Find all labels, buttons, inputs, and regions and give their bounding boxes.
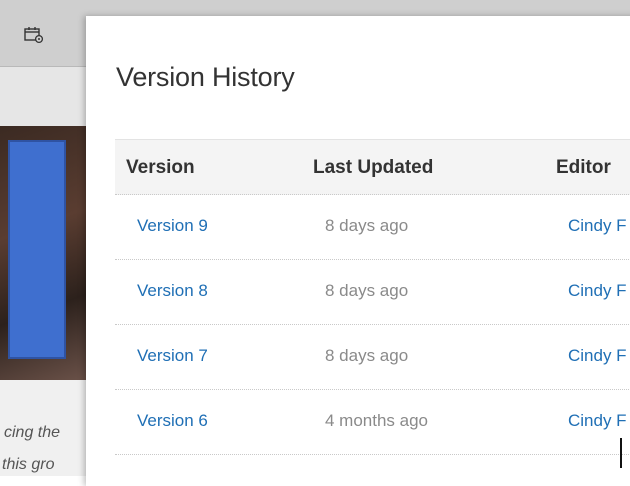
last-updated: 8 days ago bbox=[325, 216, 409, 235]
editor-link[interactable]: Cindy F bbox=[568, 216, 627, 236]
text-cursor bbox=[620, 438, 622, 468]
editor-link[interactable]: Cindy F bbox=[568, 281, 627, 301]
column-header-editor: Editor bbox=[556, 157, 611, 178]
editor-link[interactable]: Cindy F bbox=[568, 411, 627, 431]
background-text-line: cing the bbox=[4, 424, 61, 441]
table-row: Version 6 4 months ago Cindy F bbox=[115, 390, 630, 455]
column-header-last-updated: Last Updated bbox=[313, 157, 434, 178]
table-row: Version 8 8 days ago Cindy F bbox=[115, 260, 630, 325]
version-link[interactable]: Version 9 bbox=[137, 216, 208, 236]
table-row: Version 7 8 days ago Cindy F bbox=[115, 325, 630, 390]
modal-title: Version History bbox=[116, 62, 295, 92]
last-updated: 8 days ago bbox=[325, 281, 409, 300]
column-header-version: Version bbox=[126, 157, 195, 178]
table-header: Version Last Updated Editor bbox=[115, 139, 630, 195]
last-updated: 8 days ago bbox=[325, 346, 409, 365]
version-history-modal: Version History Version Last Updated Edi… bbox=[86, 16, 630, 486]
table-row: Version 9 8 days ago Cindy F bbox=[115, 195, 630, 260]
version-link[interactable]: Version 8 bbox=[137, 281, 208, 301]
version-table: Version Last Updated Editor Version 9 8 … bbox=[115, 139, 630, 455]
background-text-line: this gro bbox=[2, 456, 55, 473]
version-link[interactable]: Version 7 bbox=[137, 346, 208, 366]
editor-link[interactable]: Cindy F bbox=[568, 346, 627, 366]
background-blue-block bbox=[8, 140, 66, 359]
calendar-settings-icon[interactable] bbox=[24, 26, 44, 44]
last-updated: 4 months ago bbox=[325, 411, 429, 430]
version-link[interactable]: Version 6 bbox=[137, 411, 208, 431]
